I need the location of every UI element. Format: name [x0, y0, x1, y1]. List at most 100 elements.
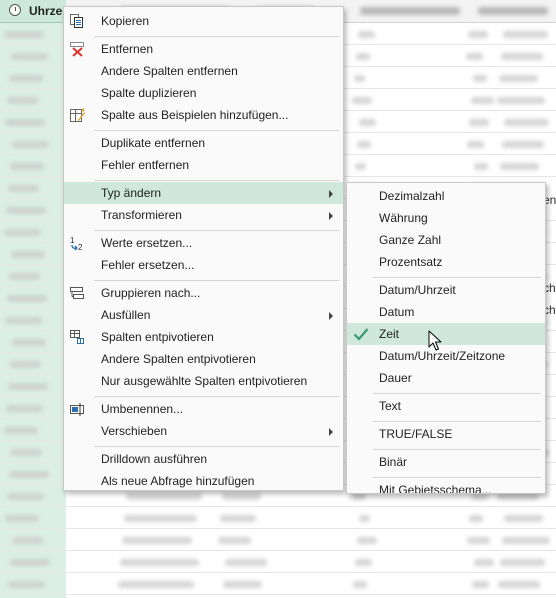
column-from-examples-icon [70, 108, 85, 122]
type-item-zeit[interactable]: Zeit [347, 323, 545, 345]
menu-item-label: Dezimalzahl [379, 189, 445, 203]
type-item-text[interactable]: Text [347, 395, 545, 417]
type-item-datum-uhrzeit[interactable]: Datum/Uhrzeit [347, 279, 545, 301]
checkmark-icon [353, 328, 369, 341]
menu-item-kopieren[interactable]: Kopieren [64, 10, 343, 32]
table-cell [359, 119, 376, 126]
table-cell [504, 515, 543, 522]
mouse-pointer-icon [428, 330, 442, 351]
menu-item-typ-aendern[interactable]: Typ ändern [64, 182, 343, 204]
table-cell [118, 581, 194, 588]
table-cell [124, 515, 197, 522]
table-cell [5, 515, 39, 522]
clock-icon [9, 4, 21, 16]
table-cell [466, 53, 483, 60]
table-cell [355, 163, 366, 170]
menu-item-duplikate-entfernen[interactable]: Duplikate entfernen [64, 132, 343, 154]
table-cell [225, 559, 267, 566]
type-item-dezimalzahl[interactable]: Dezimalzahl [347, 185, 545, 207]
menu-item-verschieben[interactable]: Verschieben [64, 420, 343, 442]
menu-item-andere-spalten-entfernen[interactable]: Andere Spalten entfernen [64, 60, 343, 82]
menu-item-gruppieren-nach[interactable]: Gruppieren nach... [64, 282, 343, 304]
replace-values-icon: 1 2 [70, 236, 83, 251]
table-cell [353, 581, 367, 588]
table-cell [7, 493, 44, 500]
table-row[interactable] [0, 507, 556, 529]
type-item-ganze-zahl[interactable]: Ganze Zahl [347, 229, 545, 251]
table-cell [352, 97, 372, 104]
table-cell [9, 75, 43, 82]
type-item-mit-gebietsschema[interactable]: Mit Gebietsschema... [347, 479, 545, 494]
remove-columns-icon [70, 42, 84, 57]
menu-item-label: Umbenennen... [101, 402, 184, 416]
menu-item-ausfuellen[interactable]: Ausfüllen [64, 304, 343, 326]
table-cell [8, 383, 48, 390]
table-cell [352, 493, 366, 500]
table-cell [469, 119, 489, 126]
table-cell [498, 581, 540, 588]
unpivot-icon [70, 330, 84, 344]
table-row[interactable] [0, 529, 556, 551]
table-cell [8, 185, 39, 192]
submenu-arrow-icon [329, 428, 333, 436]
menu-item-label: Entfernen [101, 42, 154, 56]
type-item-binaer[interactable]: Binär [347, 451, 545, 473]
type-item-datum[interactable]: Datum [347, 301, 545, 323]
menu-item-label: Verschieben [101, 424, 168, 438]
menu-item-als-neue-abfrage[interactable]: Als neue Abfrage hinzufügen [64, 470, 343, 492]
table-cell [12, 141, 49, 148]
menu-separator [373, 477, 541, 478]
type-item-datum-uhrzeit-zeitzone[interactable]: Datum/Uhrzeit/Zeitzone [347, 345, 545, 367]
table-cell [503, 31, 548, 38]
menu-item-label: Gruppieren nach... [101, 286, 201, 300]
menu-item-fehler-entfernen[interactable]: Fehler entfernen [64, 154, 343, 176]
menu-item-label: Dauer [379, 371, 412, 385]
menu-item-spalten-entpivotieren[interactable]: Spalten entpivotieren [64, 326, 343, 348]
table-cell [354, 75, 365, 82]
menu-item-entfernen[interactable]: Entfernen [64, 38, 343, 60]
table-cell [497, 97, 545, 104]
menu-item-drilldown[interactable]: Drilldown ausführen [64, 448, 343, 470]
menu-item-umbenennen[interactable]: Umbenennen... [64, 398, 343, 420]
menu-item-label: Andere Spalten entpivotieren [101, 352, 256, 366]
menu-item-label: Binär [379, 455, 408, 469]
menu-separator [94, 446, 339, 447]
table-cell [9, 273, 40, 280]
type-item-true-false[interactable]: TRUE/FALSE [347, 423, 545, 445]
menu-separator [373, 449, 541, 450]
menu-item-label: Mit Gebietsschema... [379, 483, 492, 494]
menu-item-label: Spalte aus Beispielen hinzufügen... [101, 108, 289, 122]
column-header-blurred[interactable] [478, 7, 548, 15]
table-cell [502, 141, 544, 148]
menu-item-spalte-aus-beispielen[interactable]: Spalte aus Beispielen hinzufügen... [64, 104, 343, 126]
menu-item-label: Spalte duplizieren [101, 86, 197, 100]
type-item-waehrung[interactable]: Währung [347, 207, 545, 229]
type-item-prozentsatz[interactable]: Prozentsatz [347, 251, 545, 273]
menu-item-transformieren[interactable]: Transformieren [64, 204, 343, 226]
menu-item-label: Fehler ersetzen... [101, 258, 195, 272]
svg-text:1: 1 [70, 236, 75, 245]
table-cell [473, 75, 487, 82]
table-cell [223, 581, 262, 588]
menu-item-label: Duplikate entfernen [101, 136, 206, 150]
menu-item-andere-spalten-entpivotieren[interactable]: Andere Spalten entpivotieren [64, 348, 343, 370]
column-header-uhrzeit[interactable]: Uhrzeit [0, 0, 70, 23]
menu-item-werte-ersetzen[interactable]: 1 2 Werte ersetzen... [64, 232, 343, 254]
menu-item-fehler-ersetzen[interactable]: Fehler ersetzen... [64, 254, 343, 276]
table-cell [472, 581, 489, 588]
menu-item-spalte-duplizieren[interactable]: Spalte duplizieren [64, 82, 343, 104]
table-cell [356, 53, 370, 60]
menu-item-label: Typ ändern [101, 186, 162, 200]
table-cell [12, 537, 43, 544]
column-header-blurred[interactable] [360, 7, 460, 15]
table-row[interactable] [0, 551, 556, 573]
menu-item-label: Kopieren [101, 14, 150, 28]
menu-item-label: Nur ausgewählte Spalten entpivotieren [101, 374, 308, 388]
table-cell [7, 295, 47, 302]
table-cell [497, 493, 539, 500]
type-item-dauer[interactable]: Dauer [347, 367, 545, 389]
table-cell [4, 229, 41, 236]
menu-separator [94, 230, 339, 231]
menu-item-nur-ausgewaehlte-entpivotieren[interactable]: Nur ausgewählte Spalten entpivotieren [64, 370, 343, 392]
table-row[interactable] [0, 573, 556, 595]
